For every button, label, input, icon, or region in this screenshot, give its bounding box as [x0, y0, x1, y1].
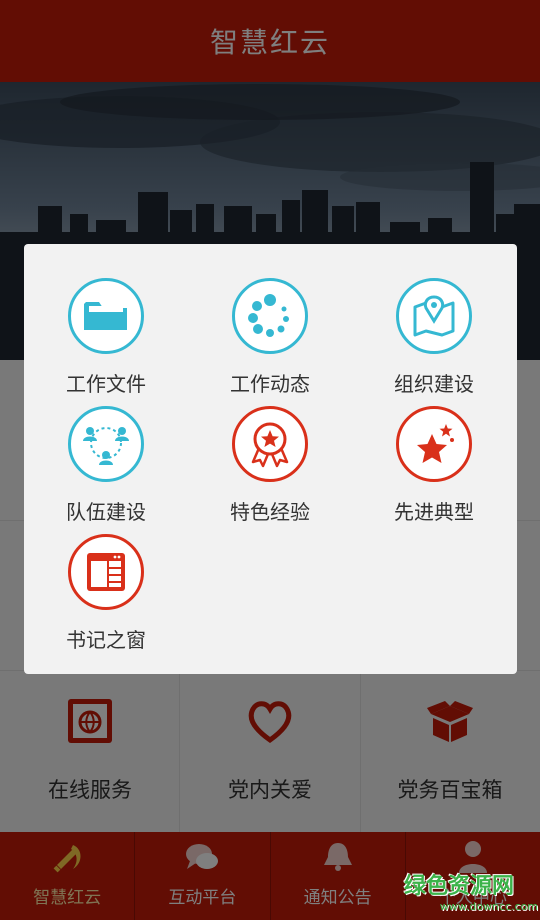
menu-label: 组织建设: [394, 372, 474, 396]
menu-item-secretary-window[interactable]: 书记之窗: [24, 534, 188, 662]
menu-item-team[interactable]: 队伍建设: [24, 406, 188, 534]
menu-label: 特色经验: [230, 500, 310, 524]
watermark: 绿色资源网 www.downcc.com: [404, 868, 538, 916]
menu-item-work-files[interactable]: 工作文件: [24, 278, 188, 406]
stars-icon: [417, 424, 454, 463]
menu-icon-circle: [68, 406, 144, 482]
menu-icon-circle: [396, 278, 472, 354]
menu-label: 队伍建设: [66, 500, 146, 524]
loading-dots-icon: [248, 294, 289, 337]
badge-star-icon: [251, 422, 289, 468]
folder-icon: [84, 302, 127, 330]
menu-icon-circle: [68, 278, 144, 354]
team-icon: [83, 427, 129, 465]
menu-item-advanced-models[interactable]: 先进典型: [352, 406, 516, 534]
menu-icon-circle: [232, 278, 308, 354]
watermark-url: www.downcc.com: [439, 900, 538, 913]
menu-item-organization[interactable]: 组织建设: [352, 278, 516, 406]
menu-icon-circle: [232, 406, 308, 482]
category-menu-dialog: 工作文件 工作动态 组织建设 队伍建设 特色经验 先进典型 书记之窗: [24, 244, 517, 674]
menu-label: 先进典型: [394, 500, 474, 524]
menu-label: 书记之窗: [66, 628, 146, 652]
map-pin-icon: [413, 295, 455, 337]
menu-item-featured-experience[interactable]: 特色经验: [188, 406, 352, 534]
menu-icon-circle: [396, 406, 472, 482]
menu-label: 工作动态: [230, 372, 310, 396]
window-icon: [87, 553, 125, 591]
watermark-text: 绿色资源网: [404, 874, 515, 899]
menu-icon-circle: [68, 534, 144, 610]
menu-label: 工作文件: [66, 372, 146, 396]
menu-item-work-news[interactable]: 工作动态: [188, 278, 352, 406]
